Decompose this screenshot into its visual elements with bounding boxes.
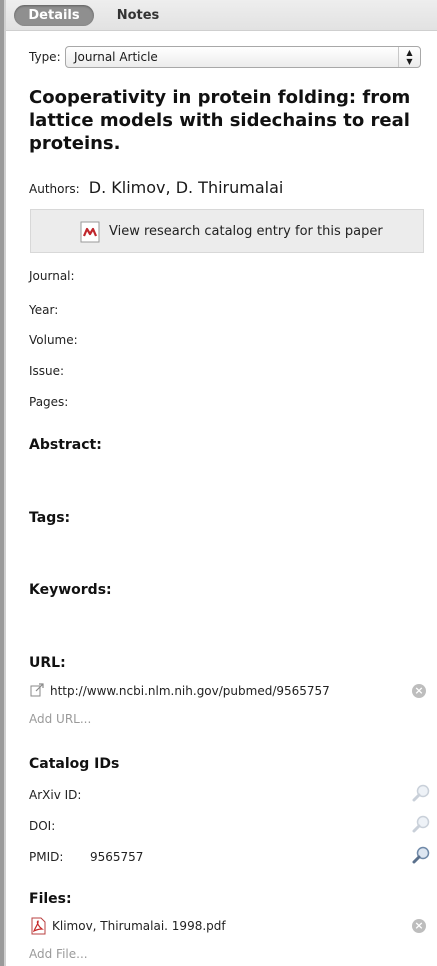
arxiv-lookup-search-icon[interactable] (411, 783, 431, 803)
pmid-label: PMID: (29, 850, 64, 864)
remove-file-icon[interactable]: × (412, 919, 426, 933)
remove-url-icon[interactable]: × (412, 684, 426, 698)
add-url-button[interactable]: Add URL... (29, 712, 91, 726)
keywords-heading: Keywords: (29, 582, 112, 598)
pdf-file-icon (31, 917, 46, 935)
pdf-catalog-icon (80, 221, 100, 243)
arxiv-id-label: ArXiv ID: (29, 788, 82, 802)
issue-label: Issue: (29, 364, 65, 378)
view-catalog-entry-label: View research catalog entry for this pap… (109, 224, 383, 239)
authors-label: Authors: (29, 182, 80, 196)
add-file-button[interactable]: Add File... (29, 947, 88, 961)
file-name[interactable]: Klimov, Thirumalai. 1998.pdf (52, 919, 226, 933)
pmid-value[interactable]: 9565757 (90, 850, 143, 864)
authors-row: Authors: D. Klimov, D. Thirumalai (29, 178, 283, 197)
type-label: Type: (29, 50, 61, 64)
journal-label: Journal: (29, 269, 75, 283)
panel-left-border-inner (4, 0, 6, 966)
abstract-heading: Abstract: (29, 437, 102, 453)
tags-heading: Tags: (29, 510, 71, 526)
doi-label: DOI: (29, 819, 56, 833)
view-catalog-entry-button[interactable]: View research catalog entry for this pap… (30, 209, 424, 253)
tab-notes[interactable]: Notes (113, 5, 163, 26)
pmid-lookup-search-icon[interactable] (411, 845, 431, 865)
tab-details[interactable]: Details (14, 5, 94, 26)
catalog-ids-heading: Catalog IDs (29, 756, 120, 772)
url-heading: URL: (29, 655, 66, 671)
external-link-icon (30, 683, 44, 697)
tab-bar: Details Notes (6, 0, 437, 31)
type-select-value: Journal Article (74, 50, 158, 64)
paper-title[interactable]: Cooperativity in protein folding: from l… (29, 86, 419, 155)
authors-value[interactable]: D. Klimov, D. Thirumalai (89, 178, 284, 197)
select-arrows-icon: ▲ ▼ (398, 47, 420, 67)
volume-label: Volume: (29, 333, 78, 347)
type-select[interactable]: Journal Article ▲ ▼ (65, 46, 421, 68)
year-label: Year: (29, 303, 59, 317)
pages-label: Pages: (29, 395, 69, 409)
url-link[interactable]: http://www.ncbi.nlm.nih.gov/pubmed/95657… (50, 684, 330, 698)
doi-lookup-search-icon[interactable] (411, 814, 431, 834)
files-heading: Files: (29, 891, 72, 907)
